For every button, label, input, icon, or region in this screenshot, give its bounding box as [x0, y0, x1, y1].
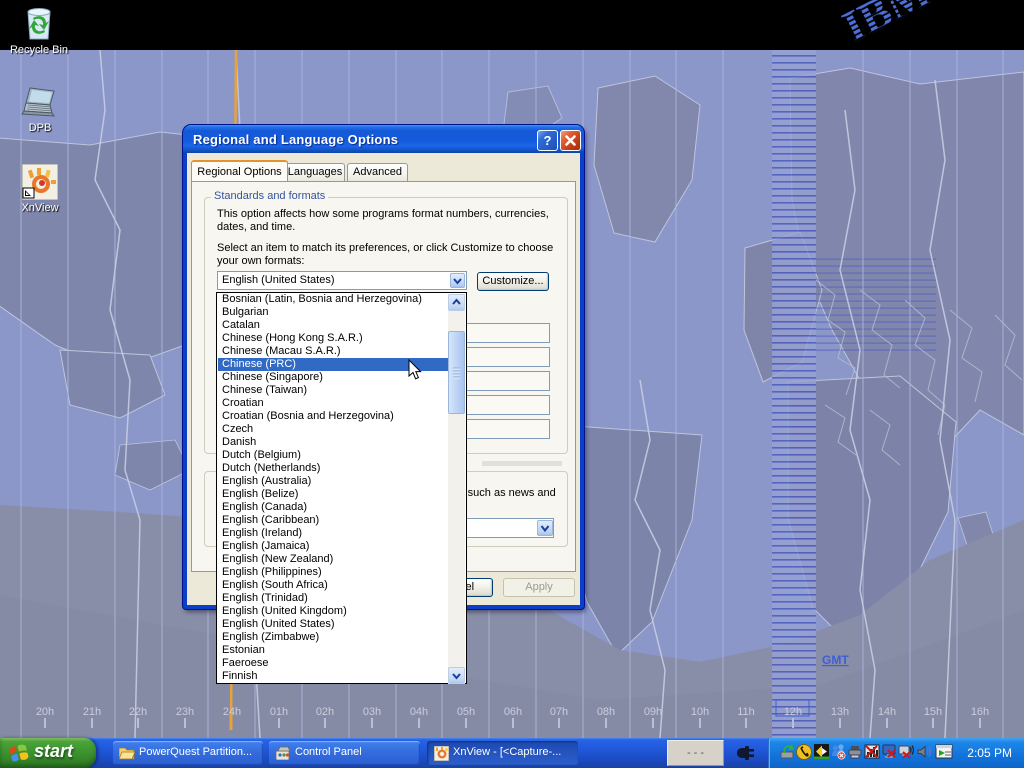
- svg-text:01h: 01h: [270, 706, 288, 718]
- svg-text:21h: 21h: [83, 706, 101, 718]
- svg-text:08h: 08h: [597, 706, 615, 718]
- svg-text:02h: 02h: [316, 706, 334, 718]
- svg-text:09h: 09h: [644, 706, 662, 718]
- svg-text:20h: 20h: [36, 706, 54, 718]
- svg-text:GMT: GMT: [822, 653, 849, 667]
- svg-text:14h: 14h: [878, 706, 896, 718]
- svg-text:05h: 05h: [457, 706, 475, 718]
- svg-text:06h: 06h: [504, 706, 522, 718]
- svg-text:16h: 16h: [971, 706, 989, 718]
- svg-text:IBM: IBM: [835, 0, 938, 50]
- svg-text:13h: 13h: [831, 706, 849, 718]
- svg-text:22h: 22h: [129, 706, 147, 718]
- svg-text:04h: 04h: [410, 706, 428, 718]
- svg-text:07h: 07h: [550, 706, 568, 718]
- svg-text:12h: 12h: [784, 706, 802, 718]
- svg-text:10h: 10h: [691, 706, 709, 718]
- svg-text:15h: 15h: [924, 706, 942, 718]
- svg-text:23h: 23h: [176, 706, 194, 718]
- svg-text:03h: 03h: [363, 706, 381, 718]
- svg-text:11h: 11h: [737, 706, 755, 718]
